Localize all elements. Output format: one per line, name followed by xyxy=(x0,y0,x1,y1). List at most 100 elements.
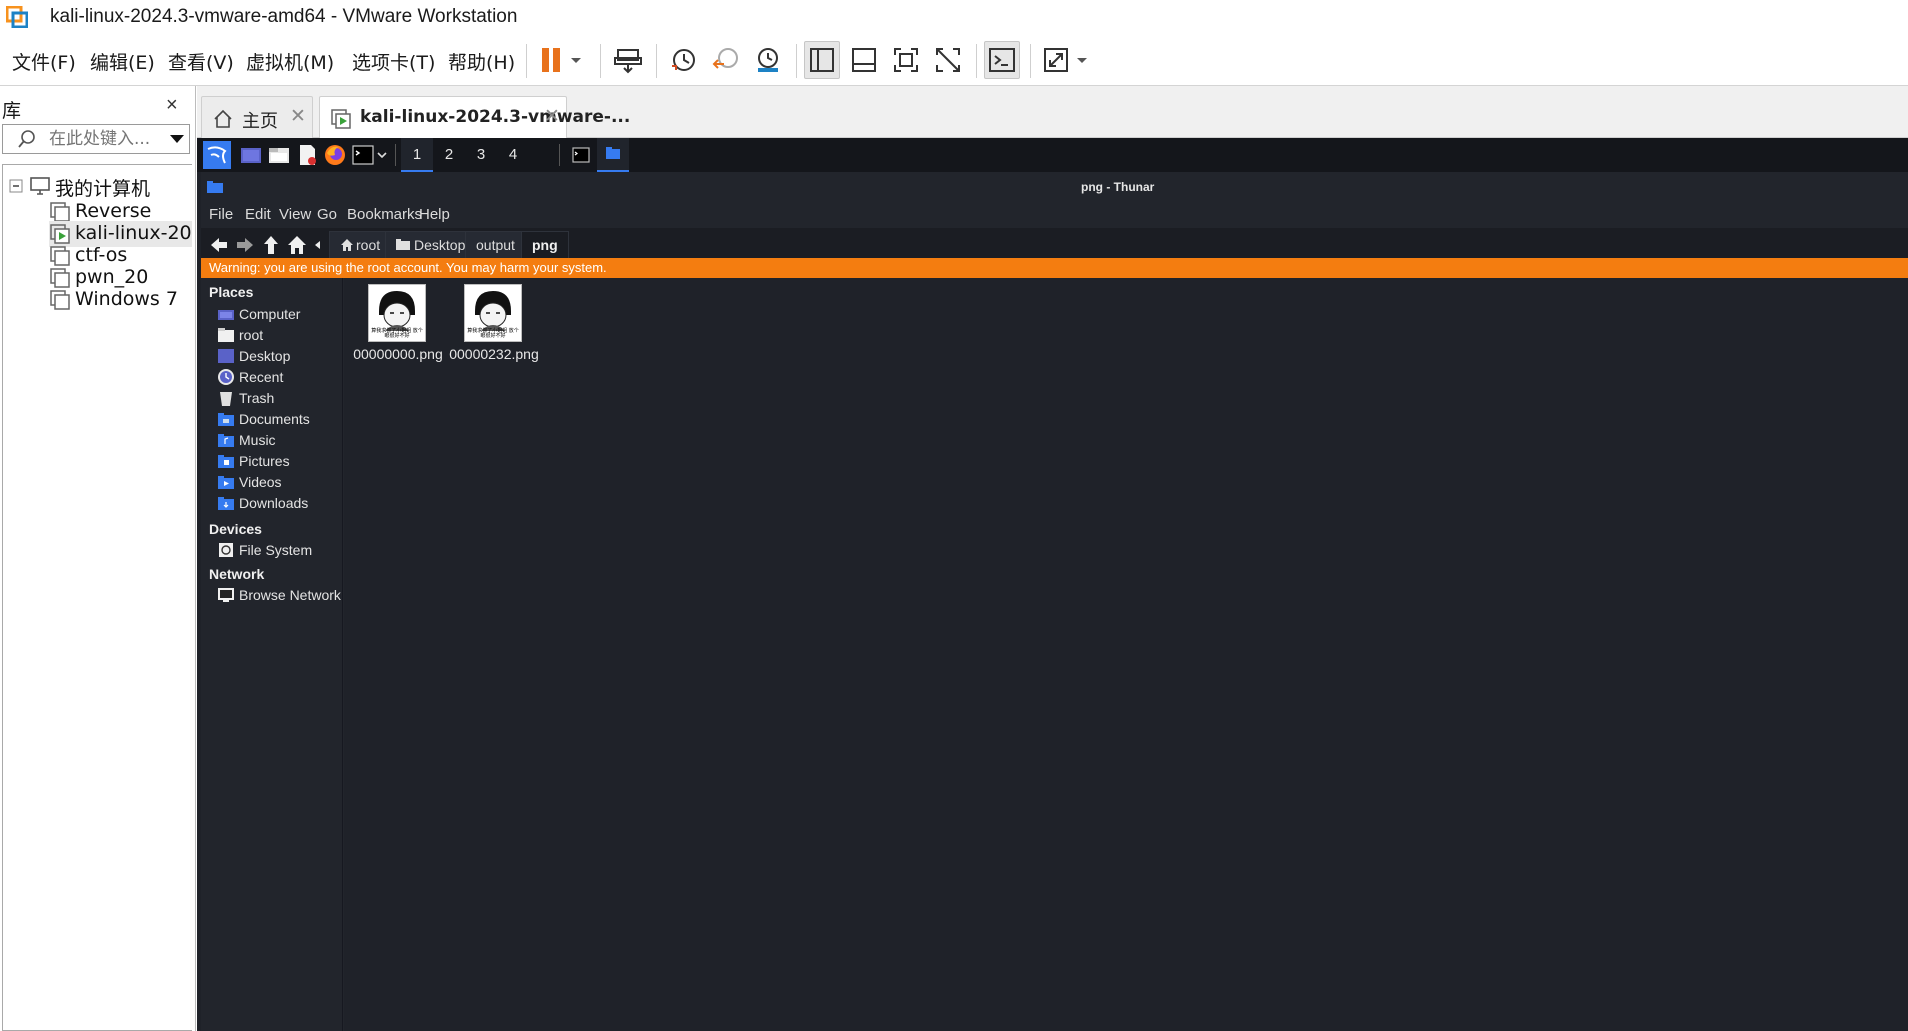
drive-icon xyxy=(217,541,235,559)
thunar-file-pane[interactable]: 算我求你了小姐姐 放个眼很好不好 00000000.png 算我求你了小姐姐 放… xyxy=(344,278,1908,1031)
xfce-panel: 1 2 3 4 xyxy=(197,138,1908,172)
desktop-icon xyxy=(217,347,235,365)
file-item[interactable]: 算我求你了小姐姐 放个眼很好不好 00000232.png xyxy=(446,284,542,364)
menu-vm[interactable]: 虚拟机(M) xyxy=(246,48,334,75)
toolbar-separator xyxy=(526,44,527,78)
collapse-icon[interactable] xyxy=(9,179,23,193)
breadcrumb-root[interactable]: root xyxy=(329,231,392,259)
network-header: Network xyxy=(209,566,265,582)
kali-menu-icon[interactable] xyxy=(203,141,231,169)
snapshot-icon[interactable] xyxy=(668,44,700,76)
tab-close-button[interactable]: ✕ xyxy=(290,105,306,128)
root-warning-text: Warning: you are using the root account.… xyxy=(209,260,607,275)
breadcrumb-desktop[interactable]: Desktop xyxy=(385,231,477,259)
tab-home[interactable]: 主页 ✕ xyxy=(201,96,313,138)
tree-item-label: Windows 7 xyxy=(75,288,178,310)
panel-separator xyxy=(559,144,560,166)
breadcrumb-left-icon[interactable] xyxy=(309,233,327,257)
file-manager-icon[interactable] xyxy=(267,143,291,167)
thunar-window-button[interactable] xyxy=(597,138,629,172)
forward-arrow-icon[interactable] xyxy=(233,233,257,257)
thunar-menu-bookmarks[interactable]: Bookmarks xyxy=(347,206,422,223)
folder-icon xyxy=(396,238,414,252)
menu-help[interactable]: 帮助(H) xyxy=(448,48,515,75)
menu-file[interactable]: 文件(F) xyxy=(12,48,76,75)
dropdown-arrow-icon[interactable] xyxy=(169,133,185,145)
workspace-1[interactable]: 1 xyxy=(401,138,433,172)
chevron-down-icon[interactable] xyxy=(568,44,584,76)
snapshot-manager-icon[interactable] xyxy=(752,44,784,76)
vm-icon xyxy=(49,245,71,267)
network-icon xyxy=(217,586,235,604)
chevron-down-icon[interactable] xyxy=(375,143,389,167)
chevron-down-icon[interactable] xyxy=(1074,44,1090,76)
place-label: Documents xyxy=(239,411,310,427)
workspace-4[interactable]: 4 xyxy=(497,138,529,172)
send-ctrl-alt-del-icon[interactable] xyxy=(612,44,644,76)
place-label: Desktop xyxy=(239,348,291,364)
home-icon xyxy=(212,108,234,130)
library-search-input[interactable] xyxy=(49,128,159,150)
library-tree: 我的计算机 Reverse kali-linux-2024.3-vmware-a… xyxy=(2,164,192,1031)
menu-bar: 文件(F) 编辑(E) 查看(V) 虚拟机(M) 选项卡(T) 帮助(H) xyxy=(0,34,1908,86)
tab-kali-vm[interactable]: kali-linux-2024.3-vmware-... ✕ xyxy=(319,96,630,139)
menu-tabs[interactable]: 选项卡(T) xyxy=(352,48,435,75)
library-close-button[interactable]: × xyxy=(166,94,178,117)
devices-header: Devices xyxy=(209,521,262,537)
terminal-window-button[interactable] xyxy=(569,143,593,167)
tab-close-button[interactable]: ✕ xyxy=(544,105,560,128)
folder-icon xyxy=(207,180,223,194)
toolbar-separator xyxy=(976,44,977,78)
thunar-titlebar: png - Thunar xyxy=(201,172,1908,200)
thunar-menu-file[interactable]: File xyxy=(209,206,233,223)
documents-folder-icon xyxy=(217,410,235,428)
thunar-window: png - Thunar File Edit View Go Bookmarks… xyxy=(201,172,1908,1031)
revert-snapshot-icon[interactable] xyxy=(710,44,742,76)
image-thumbnail: 算我求你了小姐姐 放个眼很好不好 xyxy=(464,284,522,342)
meme-caption: 算我求你了小姐姐 放个眼很好不好 xyxy=(371,328,423,339)
menu-view[interactable]: 查看(V) xyxy=(168,48,234,75)
trash-icon xyxy=(217,389,235,407)
up-arrow-icon[interactable] xyxy=(259,233,283,257)
thunar-menu-edit[interactable]: Edit xyxy=(245,206,271,223)
thunar-side-pane: Places Computer root Desktop Recent Tras… xyxy=(201,278,343,1031)
workspace-3[interactable]: 3 xyxy=(465,138,497,172)
terminal-icon[interactable] xyxy=(351,143,375,167)
back-arrow-icon[interactable] xyxy=(207,233,231,257)
recent-icon xyxy=(217,368,235,386)
breadcrumb-output[interactable]: output xyxy=(465,231,526,259)
stretch-guest-icon[interactable] xyxy=(1040,44,1072,76)
home-icon[interactable] xyxy=(285,233,309,257)
home-icon xyxy=(340,238,356,252)
place-label: Downloads xyxy=(239,495,309,511)
firefox-icon[interactable] xyxy=(323,143,347,167)
workspace-2[interactable]: 2 xyxy=(433,138,465,172)
breadcrumb-label: Desktop xyxy=(414,237,466,253)
full-screen-icon[interactable] xyxy=(890,44,922,76)
unity-mode-icon[interactable] xyxy=(932,44,964,76)
thunar-menu-go[interactable]: Go xyxy=(317,206,337,223)
place-label: Trash xyxy=(239,390,275,406)
breadcrumb-png[interactable]: png xyxy=(521,231,569,259)
menu-edit[interactable]: 编辑(E) xyxy=(90,48,155,75)
thunar-menu-view[interactable]: View xyxy=(279,206,311,223)
thunar-window-title: png - Thunar xyxy=(1081,180,1155,194)
desktop-icon[interactable] xyxy=(239,143,263,167)
file-name: 00000000.png xyxy=(353,346,443,362)
toolbar-separator xyxy=(1030,44,1031,78)
library-pane-icon[interactable] xyxy=(806,44,838,76)
file-item[interactable]: 算我求你了小姐姐 放个眼很好不好 00000000.png xyxy=(350,284,446,364)
place-label: Computer xyxy=(239,306,301,322)
pause-icon[interactable] xyxy=(536,44,568,76)
vm-display[interactable]: 1 2 3 4 png - Thunar File Edit View Go B… xyxy=(197,138,1908,1031)
tree-root-label: 我的计算机 xyxy=(55,178,151,200)
place-label: Music xyxy=(239,432,276,448)
thumbnail-bar-icon[interactable] xyxy=(848,44,880,76)
library-search-box[interactable] xyxy=(2,124,190,154)
console-view-icon[interactable] xyxy=(986,44,1018,76)
vm-running-icon xyxy=(49,223,71,245)
text-editor-icon[interactable] xyxy=(295,143,319,167)
pictures-folder-icon xyxy=(217,452,235,470)
thunar-menu-help[interactable]: Help xyxy=(419,206,450,223)
vm-icon xyxy=(49,267,71,289)
